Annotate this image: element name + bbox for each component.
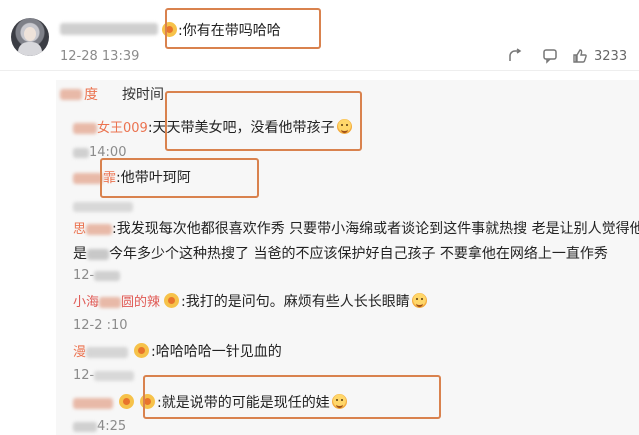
reply-5-name[interactable]: 漫 (73, 345, 86, 360)
reply-4-name-a[interactable]: 小海 (73, 295, 99, 310)
reply-5: 漫 :哈哈哈哈一针见血的 (73, 341, 282, 361)
comment-icon[interactable] (542, 48, 558, 64)
highlight-box-2 (165, 91, 362, 151)
reply-3-line-2: 是 今年多少个这种热搜了 当爸的不应该保护好自己孩子 不要拿他在网络上一直作秀 (73, 243, 608, 263)
divider (0, 70, 639, 71)
highlight-box-4 (143, 375, 441, 419)
highlight-box-1 (165, 8, 321, 49)
reply-author-blur (60, 84, 82, 103)
commenter-name[interactable] (60, 18, 158, 37)
reply-4-text: :我打的是问句。麻烦有些人长长眼睛 (181, 294, 410, 310)
reply-3-time: 12- (73, 268, 121, 283)
reply-5-text: :哈哈哈哈一针见血的 (151, 344, 282, 360)
reply-4-time: 12-2 :10 (73, 318, 128, 333)
reply-3-name[interactable]: 思 (73, 222, 86, 237)
comment-timestamp: 12-28 13:39 (60, 49, 140, 64)
reply-4-name-b[interactable]: 圆的辣 (121, 295, 160, 310)
user-avatar[interactable] (11, 18, 49, 56)
reply-4: 小海 圆的辣 :我打的是问句。麻烦有些人长长眼睛 (73, 291, 427, 311)
avatar-face (24, 27, 36, 41)
reply-author-suffix[interactable]: 度 (84, 84, 98, 104)
reply-6-time: 4:25 (73, 419, 126, 434)
reply-2-name-blur (73, 173, 103, 184)
verified-icon (119, 394, 134, 409)
reply-5-time: 12- (73, 368, 135, 383)
reply-6-name-blur[interactable] (73, 398, 113, 409)
highlight-box-3 (100, 158, 259, 198)
like-icon[interactable] (572, 48, 588, 64)
like-count: 3233 (594, 49, 628, 64)
reply-3-line-1: 思 :我发现每次他都很喜欢作秀 只要带小海绵或者谈论到这件事就热搜 老是让别人觉得… (73, 218, 639, 238)
reply-3-prefix: 是 (73, 246, 87, 262)
reply-2-time-blur (73, 196, 133, 215)
badge-icon (164, 293, 180, 308)
reply-1-name-blur (73, 123, 97, 134)
reply-3-text-2: 今年多少个这种热搜了 当爸的不应该保护好自己孩子 不要拿他在网络上一直作秀 (109, 246, 608, 262)
eye-roll-emoji-icon (411, 293, 427, 308)
sort-by-time-tab[interactable]: 按时间 (122, 84, 164, 104)
reply-1-name[interactable]: 女王009 (97, 121, 148, 136)
avatar-body (18, 42, 42, 56)
reply-3-text-1: :我发现每次他都很喜欢作秀 只要带小海绵或者谈论到这件事就热搜 老是让别人觉得他 (112, 221, 639, 237)
share-icon[interactable] (508, 48, 524, 64)
badge-icon (134, 343, 150, 358)
